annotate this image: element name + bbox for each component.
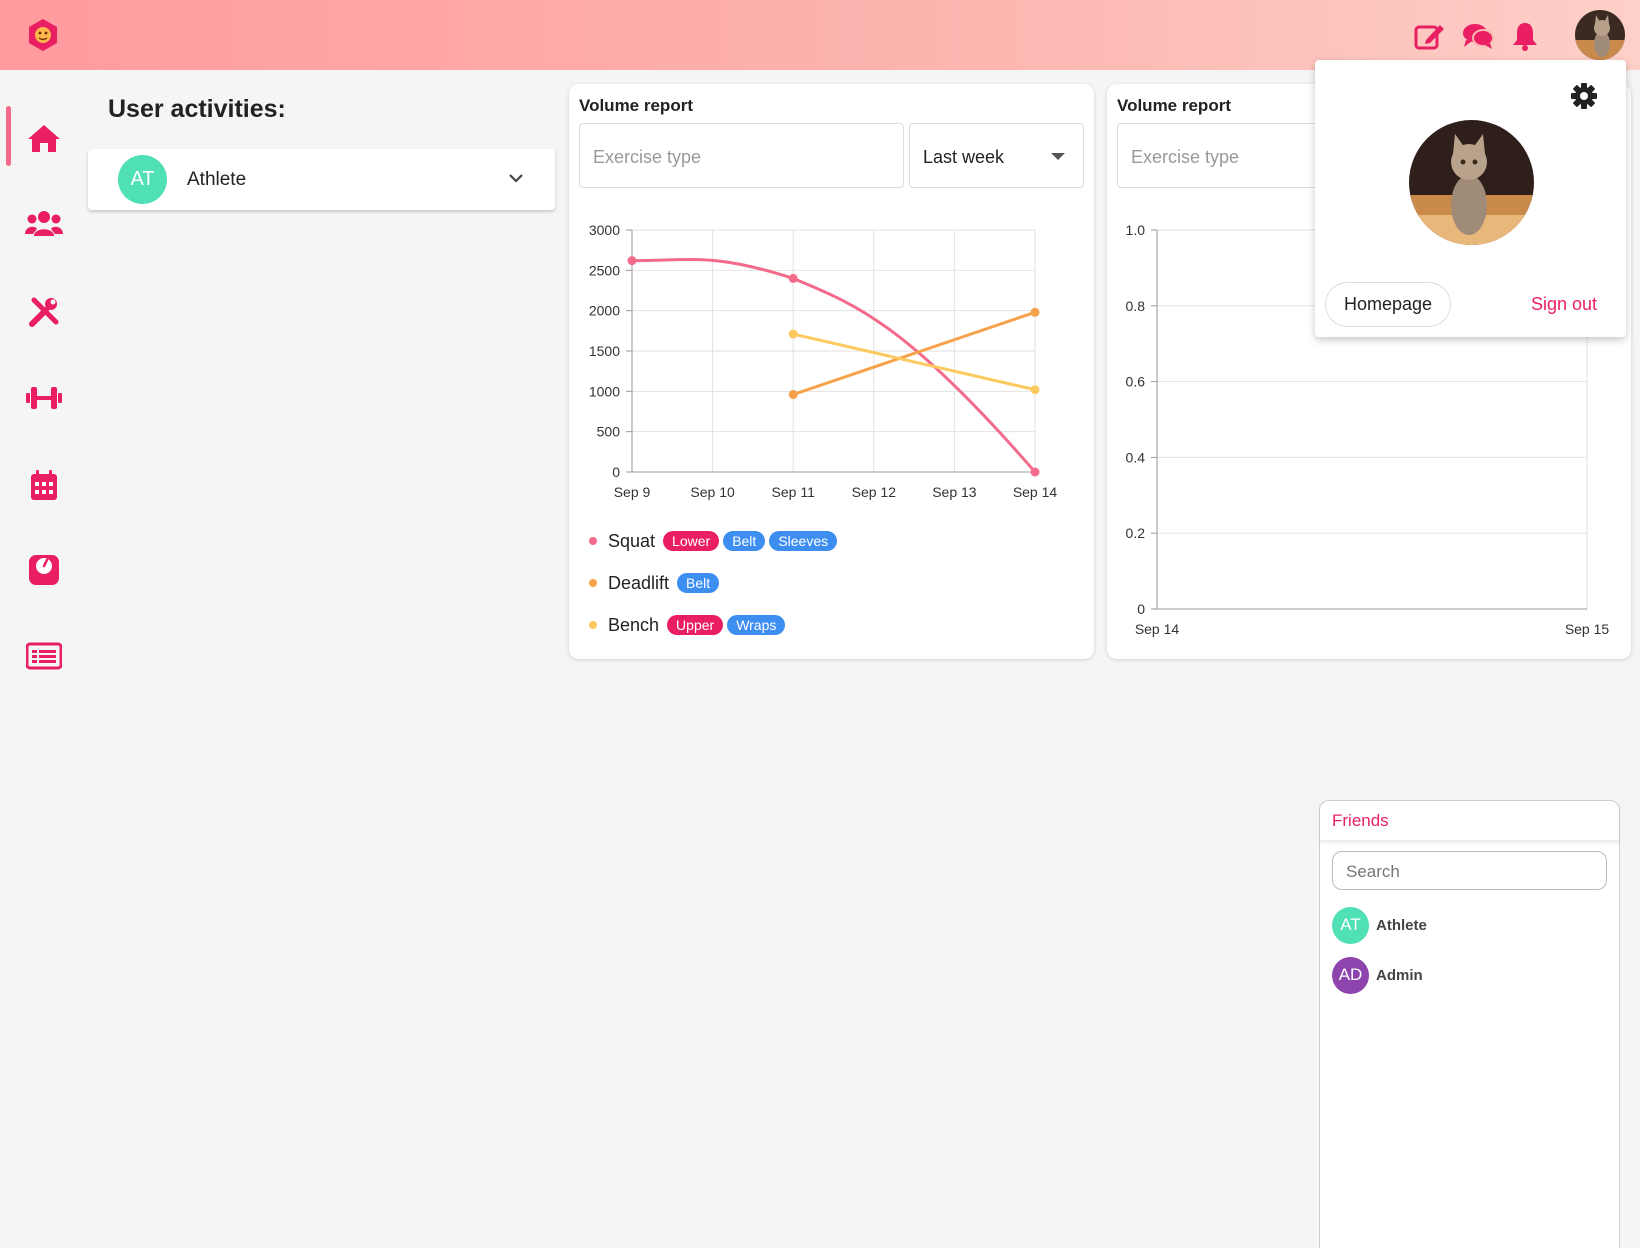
volume-report-card: Volume report Exercise type Last week 05…: [569, 84, 1094, 659]
friend-item[interactable]: AT Athlete: [1332, 906, 1427, 944]
x-tick-label: Sep 9: [614, 484, 651, 500]
data-point-deadlift: [788, 390, 798, 400]
scale-icon[interactable]: [24, 550, 64, 590]
equipment-tag: Belt: [677, 573, 720, 593]
active-indicator: [6, 106, 11, 166]
y-tick-label: 0.6: [1126, 374, 1146, 390]
avatar: AT: [118, 155, 167, 204]
home-icon[interactable]: [24, 118, 64, 158]
y-tick-label: 0.2: [1126, 525, 1146, 541]
legend-label: Bench: [608, 614, 660, 635]
equipment-tag: Upper: [667, 615, 724, 635]
legend-dot: [589, 579, 597, 587]
calendar-icon[interactable]: [24, 465, 64, 505]
lion-logo-icon[interactable]: [27, 18, 59, 52]
y-tick-label: 1.0: [1126, 222, 1146, 238]
data-point-squat: [627, 256, 637, 266]
equipment-tag: Lower: [663, 531, 720, 551]
bell-icon[interactable]: [1509, 20, 1541, 52]
sign-out-link[interactable]: Sign out: [1531, 294, 1597, 315]
y-tick-label: 0.8: [1126, 298, 1146, 314]
friends-header[interactable]: Friends: [1320, 801, 1619, 841]
avatar: AD: [1332, 956, 1369, 994]
sidebar: [0, 70, 86, 1248]
x-tick-label: Sep 11: [772, 484, 816, 500]
page-title: User activities:: [108, 95, 286, 123]
legend-label: Squat: [608, 530, 656, 551]
search-placeholder: Search: [1346, 862, 1400, 881]
athlete-selector[interactable]: AT Athlete: [88, 149, 555, 210]
legend-item: Deadlift Belt: [589, 570, 723, 596]
athlete-name: Athlete: [187, 169, 247, 190]
friend-item[interactable]: AD Admin: [1332, 956, 1423, 994]
tools-icon[interactable]: [24, 292, 64, 332]
y-tick-label: 0: [612, 464, 620, 480]
y-tick-label: 2000: [589, 303, 620, 319]
data-point-bench: [788, 329, 798, 339]
friend-name: Admin: [1376, 966, 1423, 984]
x-tick-label: Sep 12: [852, 484, 897, 500]
legend-label: Deadlift: [608, 572, 670, 593]
legend-dot: [589, 537, 597, 545]
friend-name: Athlete: [1376, 916, 1427, 934]
y-tick-label: 500: [597, 424, 621, 440]
y-tick-label: 0.4: [1126, 449, 1146, 465]
equipment-tag: Belt: [723, 531, 766, 551]
equipment-tag: Sleeves: [769, 531, 838, 551]
homepage-button[interactable]: Homepage: [1325, 282, 1451, 327]
friends-search-input[interactable]: Search: [1332, 851, 1607, 890]
data-point-deadlift: [1030, 307, 1040, 317]
y-tick-label: 3000: [589, 222, 620, 238]
chat-icon[interactable]: [1462, 20, 1494, 52]
chevron-down-icon[interactable]: [508, 171, 524, 189]
edit-icon[interactable]: [1414, 20, 1446, 52]
user-menu-popup: Homepage Sign out: [1315, 60, 1626, 337]
profile-avatar: [1409, 120, 1534, 245]
data-point-bench: [1030, 385, 1040, 395]
x-tick-label: Sep 10: [690, 484, 735, 500]
data-point-squat: [788, 273, 798, 283]
y-tick-label: 2500: [589, 262, 620, 278]
y-tick-label: 0: [1137, 601, 1145, 617]
equipment-tag: Wraps: [727, 615, 786, 635]
y-tick-label: 1500: [589, 343, 620, 359]
users-icon[interactable]: [24, 203, 64, 243]
volume-chart: 0 500 1000 1500 2000 2500 3000 Sep 9 Sep 10 Sep 1…: [589, 222, 1058, 500]
avatar: AT: [1332, 906, 1369, 944]
dumbbell-icon[interactable]: [24, 378, 64, 418]
legend-item: Bench Upper Wraps: [589, 612, 789, 638]
x-tick-label: Sep 15: [1565, 621, 1610, 637]
x-tick-label: Sep 14: [1013, 484, 1058, 500]
friends-panel: Friends Search AT Athlete AD Admin: [1319, 800, 1620, 1248]
user-avatar[interactable]: [1575, 10, 1625, 60]
data-point-squat: [1030, 467, 1040, 477]
legend-dot: [589, 621, 597, 629]
x-tick-label: Sep 13: [932, 484, 977, 500]
list-icon[interactable]: [24, 636, 64, 676]
y-tick-label: 1000: [589, 383, 620, 399]
friends-title: Friends: [1332, 811, 1389, 830]
series-line-squat: [631, 257, 1037, 473]
x-tick-label: Sep 14: [1135, 621, 1180, 637]
legend-item: Squat Lower Belt Sleeves: [589, 528, 841, 554]
gear-icon[interactable]: [1570, 82, 1598, 115]
